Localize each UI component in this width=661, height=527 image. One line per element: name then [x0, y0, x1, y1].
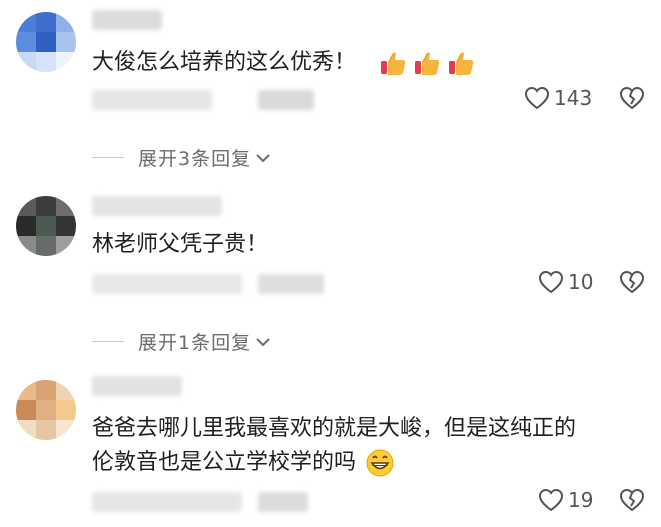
meta-redacted — [92, 274, 242, 294]
avatar[interactable] — [16, 196, 76, 256]
chevron-down-icon — [256, 153, 270, 162]
like-count: 19 — [568, 488, 594, 512]
username-redacted[interactable] — [92, 376, 182, 396]
like-button[interactable]: 19 — [538, 488, 593, 512]
heart-icon — [524, 86, 550, 110]
username-redacted[interactable] — [92, 10, 162, 30]
expand-replies-button[interactable]: 展开1条回复 — [92, 328, 271, 355]
comment-item: 大俊怎么培养的这么优秀！ 143 展开3条回复 — [0, 0, 661, 180]
comment-text-content: 林老师父凭子贵！ — [92, 232, 269, 257]
broken-heart-icon[interactable] — [619, 270, 645, 294]
username-redacted[interactable] — [92, 196, 222, 216]
divider-line — [92, 340, 124, 343]
broken-heart-icon[interactable] — [619, 86, 645, 110]
comment-text: 林老师父凭子贵！ — [92, 228, 268, 262]
meta-redacted — [92, 90, 212, 110]
thumbs-up-icon — [415, 52, 440, 75]
thumbs-up-icon — [449, 52, 474, 75]
meta-redacted — [92, 492, 242, 512]
comment-item: 林老师父凭子贵！ 10 展开1条回复 — [0, 188, 661, 358]
comment-text: 爸爸去哪儿里我最喜欢的就是大峻，但是这纯正的 — [92, 412, 576, 446]
divider-line — [92, 156, 124, 159]
grinning-face-icon — [366, 449, 394, 477]
like-count: 143 — [554, 86, 593, 110]
heart-icon — [538, 488, 564, 512]
comment-text: 伦敦音也是公立学校学的吗 — [92, 446, 395, 480]
like-button[interactable]: 143 — [524, 86, 592, 110]
reply-redacted[interactable] — [258, 90, 314, 110]
avatar[interactable] — [16, 12, 76, 72]
comment-text-content: 大俊怎么培养的这么优秀！ — [92, 50, 357, 75]
comment-text-line: 伦敦音也是公立学校学的吗 — [92, 450, 357, 475]
avatar[interactable] — [16, 380, 76, 440]
reply-redacted[interactable] — [258, 274, 324, 294]
expand-replies-label: 展开3条回复 — [138, 148, 252, 170]
like-count: 10 — [568, 270, 594, 294]
reply-redacted[interactable] — [258, 492, 308, 512]
expand-replies-label: 展开1条回复 — [138, 332, 252, 354]
expand-replies-button[interactable]: 展开3条回复 — [92, 144, 271, 171]
like-button[interactable]: 10 — [538, 270, 593, 294]
thumbs-up-icon — [381, 52, 406, 75]
comment-text: 大俊怎么培养的这么优秀！ — [92, 46, 481, 80]
comment-item: 爸爸去哪儿里我最喜欢的就是大峻，但是这纯正的 伦敦音也是公立学校学的吗 19 — [0, 372, 661, 527]
chevron-down-icon — [256, 337, 270, 346]
broken-heart-icon[interactable] — [619, 488, 645, 512]
comment-text-line: 爸爸去哪儿里我最喜欢的就是大峻，但是这纯正的 — [92, 416, 577, 441]
emoji-group — [379, 49, 481, 77]
heart-icon — [538, 270, 564, 294]
